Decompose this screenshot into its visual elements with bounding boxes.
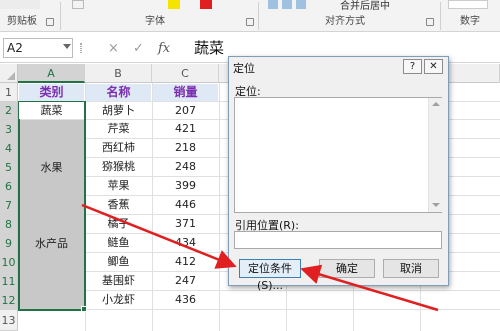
sales-cell[interactable]: 218 [153,139,218,157]
cancel-button[interactable]: 取消 [383,259,439,278]
row-header[interactable]: 5 [0,158,18,177]
row-header[interactable]: 11 [0,272,18,291]
sales-cell[interactable]: 207 [153,102,218,119]
ribbon-group-clipboard: 剪贴板 [7,16,37,27]
row-header[interactable]: 10 [0,253,18,272]
fill-color-icon[interactable] [168,0,180,9]
row-header[interactable]: 1 [0,83,18,102]
name-cell[interactable]: 西红柿 [86,139,151,157]
special-button[interactable]: 定位条件(S)... [239,259,301,292]
ribbon-group-number: 数字 [460,16,480,27]
header-cell-name[interactable]: 名称 [86,84,151,101]
row-header[interactable]: 4 [0,139,18,158]
align-center-icon[interactable] [282,0,292,9]
close-button[interactable]: ✕ [424,59,443,74]
category-cell[interactable]: 水产品 [19,234,84,253]
sales-cell[interactable]: 248 [153,158,218,176]
help-button[interactable]: ? [403,59,422,74]
column-header-c[interactable]: C [152,64,219,83]
name-cell[interactable]: 香蕉 [86,196,151,214]
ribbon-separator [440,2,441,30]
ribbon-clipboard-controls[interactable] [0,0,40,9]
row-header[interactable]: 8 [0,215,18,234]
name-cell[interactable]: 鲫鱼 [86,253,151,271]
name-cell[interactable]: 鲢鱼 [86,234,151,252]
name-cell[interactable]: 芹菜 [86,120,151,138]
column-header-b[interactable]: B [85,64,152,83]
scroll-down-icon[interactable] [432,203,440,207]
ribbon-separator [258,2,259,30]
number-format-dropdown[interactable] [448,0,488,9]
row-header[interactable]: 3 [0,120,18,139]
sales-cell[interactable]: 371 [153,215,218,233]
font-color-icon[interactable] [200,0,212,9]
sales-cell[interactable]: 247 [153,272,218,290]
select-all-corner[interactable] [0,64,18,83]
ribbon: 合并后居中 剪贴板 字体 对齐方式 数字 [0,0,500,32]
name-cell[interactable]: 基围虾 [86,272,151,290]
selection-border [18,101,86,311]
ok-button[interactable]: 确定 [319,259,375,278]
resize-handle[interactable] [80,43,82,53]
row-header[interactable]: 7 [0,196,18,215]
fx-icon[interactable]: fx [158,41,170,56]
chevron-down-icon[interactable] [63,44,71,49]
clipboard-launcher-icon[interactable] [46,18,54,26]
header-cell-sales[interactable]: 销量 [153,84,218,101]
row-header[interactable]: 13 [0,310,18,331]
row-header[interactable]: 12 [0,291,18,310]
font-launcher-icon[interactable] [246,18,254,26]
sales-cell[interactable]: 436 [153,291,218,309]
dialog-title: 定位 [233,62,255,75]
ribbon-group-font: 字体 [145,16,165,27]
select-all-triangle-icon [7,72,15,80]
name-cell[interactable]: 胡萝卜 [86,102,151,119]
ribbon-separator [60,2,61,30]
goto-dialog: 定位 ? ✕ 定位: 引用位置(R): 定位条件(S)... 确定 取消 [228,56,449,292]
sales-cell[interactable]: 399 [153,177,218,195]
goto-list[interactable] [234,97,442,213]
list-scrollbar[interactable] [428,98,442,212]
name-cell[interactable]: 橘子 [86,215,151,233]
name-cell[interactable]: 猕猴桃 [86,158,151,176]
sales-cell[interactable]: 434 [153,234,218,252]
reference-input[interactable] [234,231,442,249]
ribbon-font-dropdown[interactable] [72,0,84,9]
merge-center-button[interactable]: 合并后居中 [340,0,390,12]
category-cell[interactable]: 水果 [19,158,84,177]
alignment-launcher-icon[interactable] [426,18,434,26]
cancel-icon[interactable]: × [108,41,119,56]
formula-input[interactable]: 蔬菜 [190,38,500,58]
sales-cell[interactable]: 421 [153,120,218,138]
row-header[interactable]: 6 [0,177,18,196]
name-cell[interactable]: 苹果 [86,177,151,195]
scroll-up-icon[interactable] [432,102,440,106]
grid-line [18,309,500,310]
align-left-icon[interactable] [268,0,278,9]
merge-center-dropdown-icon[interactable] [410,0,418,9]
name-cell[interactable]: 小龙虾 [86,291,151,309]
column-header-a[interactable]: A [18,64,85,83]
category-cell[interactable]: 蔬菜 [19,102,84,119]
sales-cell[interactable]: 446 [153,196,218,214]
sales-cell[interactable]: 412 [153,253,218,271]
row-header[interactable]: 9 [0,234,18,253]
grid-line [219,83,220,331]
ribbon-group-alignment: 对齐方式 [325,16,365,27]
align-right-icon[interactable] [296,0,306,9]
row-header[interactable]: 2 [0,102,18,120]
enter-icon[interactable]: ✓ [133,41,144,56]
header-cell-category[interactable]: 类别 [19,84,84,101]
